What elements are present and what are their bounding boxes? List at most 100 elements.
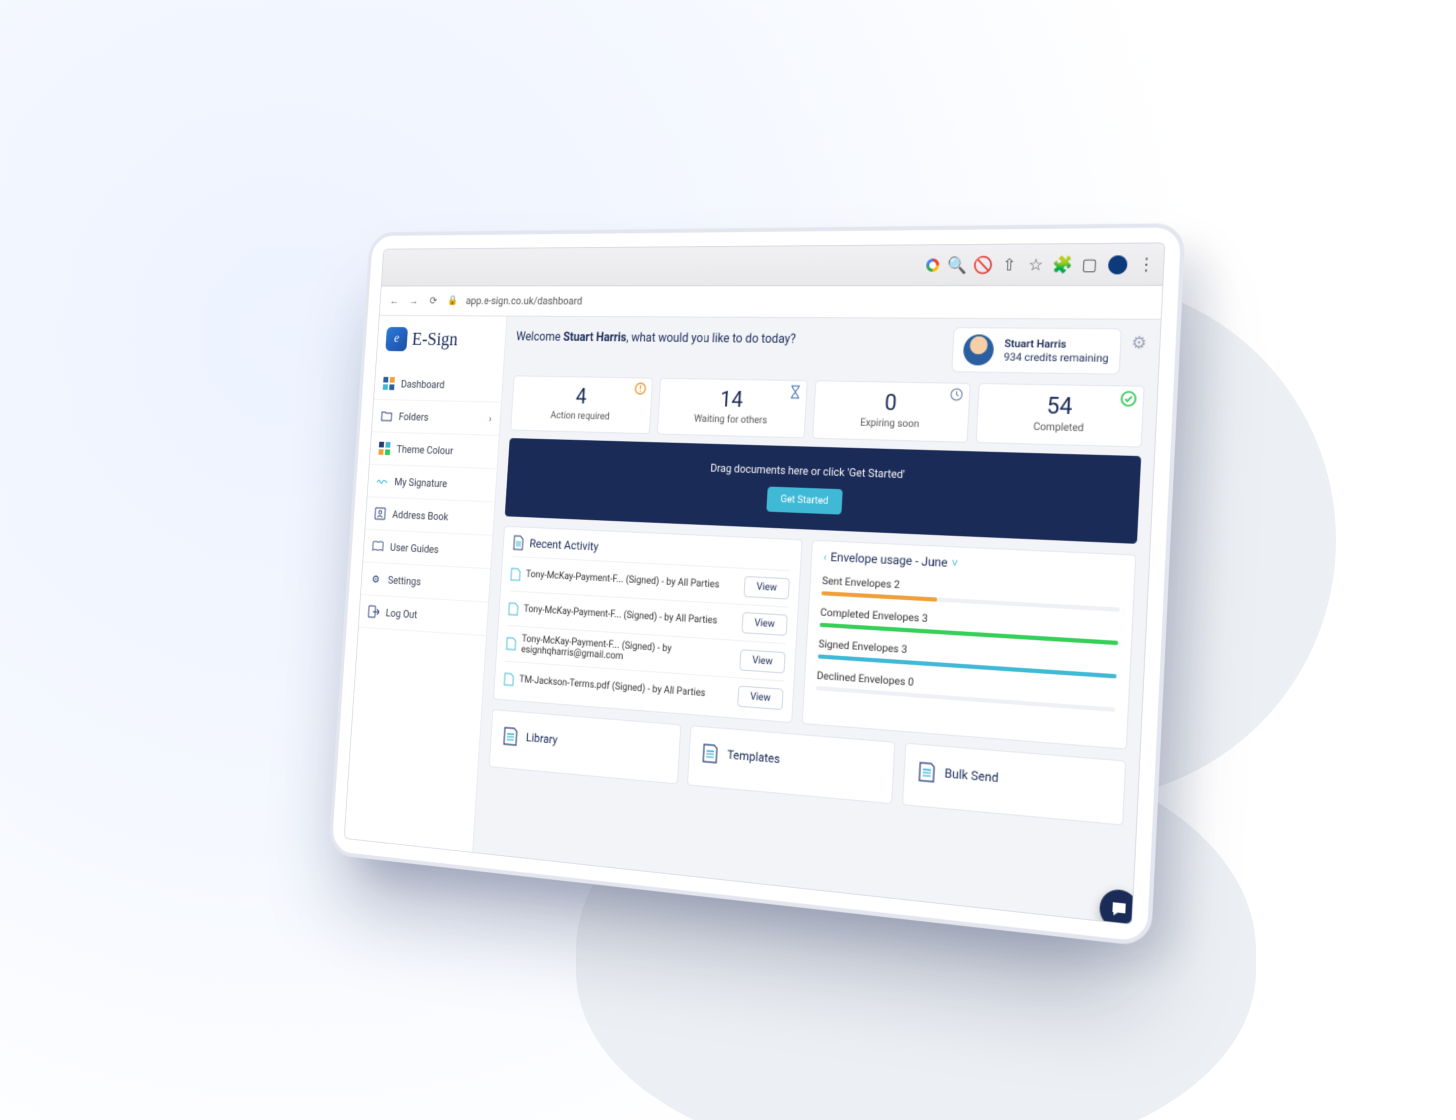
usage-label: Sent Envelopes 2: [822, 574, 1121, 603]
document-stack-icon: [501, 724, 520, 747]
sidebar-item-label: Address Book: [392, 508, 449, 523]
chat-fab[interactable]: [1099, 888, 1140, 925]
browser-chrome-top: 🔍 🚫 ⇧ ☆ 🧩 ▢ ⋮: [382, 243, 1165, 286]
usage-bar-fill: [818, 654, 1117, 678]
google-icon[interactable]: [926, 259, 940, 272]
chevron-left-icon: ‹: [823, 550, 827, 563]
url-text[interactable]: app.e-sign.co.uk/dashboard: [466, 295, 583, 308]
view-button[interactable]: View: [737, 685, 783, 710]
check-icon: [1120, 391, 1137, 407]
document-icon: [510, 567, 521, 581]
kebab-menu-icon[interactable]: ⋮: [1137, 256, 1155, 273]
address-book-icon: [374, 507, 386, 521]
sidebar-item-my-signature[interactable]: My Signature: [367, 465, 496, 503]
envelope-usage-title[interactable]: ‹ Envelope usage - June ˅: [823, 550, 1122, 579]
document-icon: [512, 535, 525, 551]
bottom-card-label: Templates: [727, 747, 781, 766]
tablet-frame: 🔍 🚫 ⇧ ☆ 🧩 ▢ ⋮ ← → ⟳ 🔒 app.e-sign.co.uk/d…: [328, 223, 1186, 947]
get-started-button[interactable]: Get Started: [767, 487, 843, 515]
sidebar-item-log-out[interactable]: Log Out: [359, 595, 488, 636]
document-icon: [503, 672, 514, 686]
stats-row: 4Action required14Waiting for others0Exp…: [510, 375, 1144, 447]
profile-card[interactable]: Stuart Harris 934 credits remaining: [952, 327, 1122, 375]
stat-card[interactable]: 4Action required: [510, 375, 653, 434]
bottom-card[interactable]: Library: [489, 709, 682, 784]
incognito-off-icon[interactable]: 🚫: [975, 257, 992, 274]
recent-activity-panel: Recent Activity Tony-McKay-Payment-F... …: [493, 526, 802, 723]
lock-icon: 🔒: [447, 296, 458, 306]
clock-icon: [950, 388, 964, 402]
sidebar-item-label: Folders: [398, 410, 429, 423]
bookmark-star-icon[interactable]: ☆: [1027, 256, 1044, 273]
usage-bar-track: [816, 686, 1115, 712]
back-button[interactable]: ←: [388, 295, 400, 307]
view-button[interactable]: View: [740, 649, 786, 673]
stat-value: 14: [664, 387, 800, 414]
extensions-icon[interactable]: 🧩: [1054, 256, 1071, 273]
sidebar-item-label: User Guides: [390, 541, 439, 556]
book-icon: [372, 539, 384, 553]
sidebar-item-folders[interactable]: Folders ›: [372, 400, 501, 436]
usage-bar-fill: [821, 591, 937, 601]
upload-dropzone[interactable]: Drag documents here or click 'Get Starte…: [505, 438, 1141, 544]
dropzone-text: Drag documents here or click 'Get Starte…: [516, 455, 1129, 488]
recent-activity-title: Recent Activity: [529, 537, 599, 554]
usage-bar-track: [821, 591, 1120, 612]
bottom-cards-row: Library Templates Bulk Send: [489, 709, 1127, 826]
usage-bar-track: [820, 623, 1119, 645]
brand: e E-Sign: [376, 316, 506, 370]
usage-bar-fill: [820, 623, 1119, 645]
stat-value: 4: [518, 384, 647, 411]
credits-remaining: 934 credits remaining: [1003, 350, 1108, 365]
stat-value: 0: [820, 389, 964, 417]
bottom-card[interactable]: Templates: [687, 725, 895, 804]
usage-label: Declined Envelopes 0: [816, 669, 1115, 704]
hourglass-icon: [789, 385, 800, 399]
zoom-icon[interactable]: 🔍: [949, 257, 966, 273]
usage-label: Completed Envelopes 3: [820, 605, 1119, 636]
document-icon: [506, 637, 517, 651]
document-icon: [508, 601, 519, 615]
forward-button[interactable]: →: [408, 295, 420, 307]
browser-url-bar: ← → ⟳ 🔒 app.e-sign.co.uk/dashboard: [380, 286, 1163, 320]
tabs-icon[interactable]: ▢: [1081, 256, 1099, 273]
sidebar-item-theme-colour[interactable]: Theme Colour: [370, 432, 499, 469]
settings-gear-icon[interactable]: ⚙: [1131, 328, 1147, 353]
activity-text: Tony-McKay-Payment-F... (Signed) - by Al…: [523, 604, 717, 627]
stat-card[interactable]: 0Expiring soon: [812, 380, 971, 443]
dashboard-icon: [383, 377, 395, 390]
bottom-card[interactable]: Bulk Send: [902, 743, 1127, 826]
sidebar-item-label: Settings: [388, 574, 422, 588]
view-button[interactable]: View: [744, 576, 790, 600]
alert-icon: [634, 382, 646, 395]
usage-label: Signed Envelopes 3: [818, 637, 1117, 670]
usage-row: Signed Envelopes 3: [818, 637, 1118, 678]
stat-label: Expiring soon: [819, 417, 962, 432]
stat-card[interactable]: 54Completed: [976, 383, 1145, 448]
folder-icon: [381, 409, 393, 422]
bottom-card-label: Bulk Send: [944, 766, 999, 785]
sidebar-item-label: Dashboard: [401, 378, 445, 391]
chevron-down-icon: ˅: [951, 556, 958, 570]
stat-label: Action required: [517, 410, 645, 424]
signature-icon: [376, 474, 388, 487]
stat-label: Completed: [984, 420, 1136, 435]
sidebar-item-dashboard[interactable]: Dashboard: [374, 368, 503, 403]
bottom-card-label: Library: [526, 730, 558, 746]
envelope-usage-panel: ‹ Envelope usage - June ˅ Sent Envelopes…: [802, 540, 1137, 750]
profile-chip-icon[interactable]: [1108, 255, 1128, 274]
share-icon[interactable]: ⇧: [1001, 257, 1018, 274]
stat-card[interactable]: 14Waiting for others: [657, 378, 808, 439]
usage-row: Sent Envelopes 2: [821, 574, 1120, 612]
usage-row: Completed Envelopes 3: [820, 605, 1120, 645]
profile-name: Stuart Harris: [1004, 337, 1109, 352]
chevron-right-icon: ›: [488, 412, 492, 424]
reload-button[interactable]: ⟳: [427, 295, 439, 307]
activity-text: Tony-McKay-Payment-F... (Signed) - by Al…: [526, 569, 720, 590]
document-stack-icon: [916, 759, 937, 784]
activity-text: TM-Jackson-Terms.pdf (Signed) - by All P…: [519, 674, 706, 699]
sidebar-item-label: Theme Colour: [396, 443, 453, 457]
view-button[interactable]: View: [742, 612, 788, 636]
stat-value: 54: [984, 392, 1137, 421]
brand-logo-icon: e: [385, 327, 408, 351]
